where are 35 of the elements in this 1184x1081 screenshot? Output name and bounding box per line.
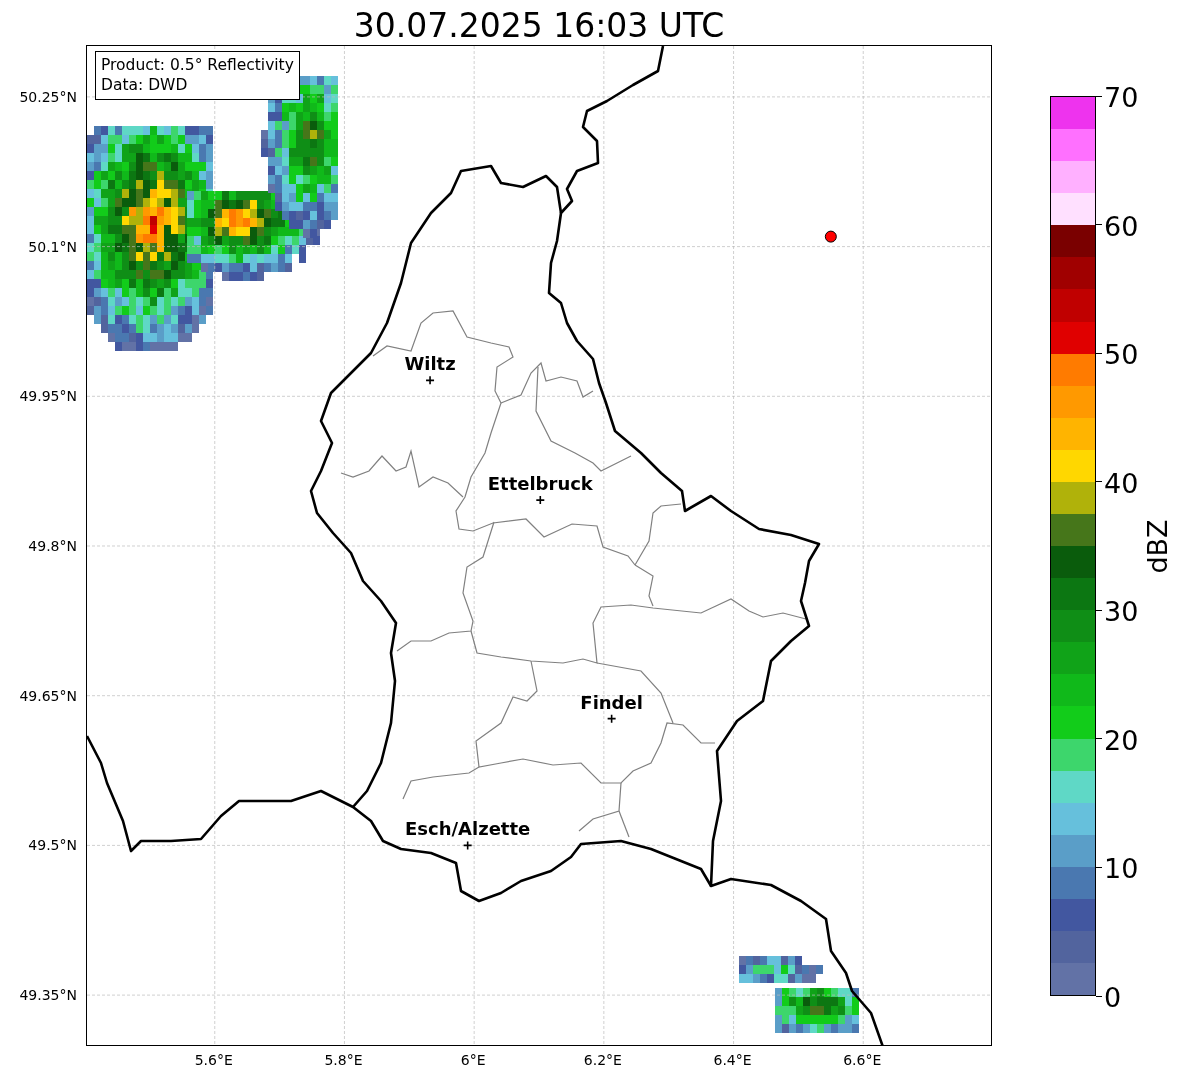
chart-title: 30.07.2025 16:03 UTC — [352, 5, 726, 45]
colorbar-tick-label: 0 — [1104, 981, 1122, 1013]
city-label: Findel — [580, 691, 643, 713]
latitude-label: 49.5°N — [28, 837, 77, 854]
city-label: Wiltz — [404, 353, 456, 375]
latitude-label: 49.65°N — [19, 687, 77, 704]
city-label: Ettelbruck — [487, 473, 593, 495]
longitude-label: 6.4°E — [713, 1052, 752, 1068]
latitude-label: 49.35°N — [19, 987, 77, 1004]
colorbar-tick-label: 50 — [1104, 338, 1139, 370]
tick-mark — [1096, 995, 1102, 997]
latitude-label: 49.8°N — [28, 538, 77, 554]
colorbar-tick-label: 10 — [1104, 852, 1139, 884]
latitude-label: 50.25°N — [19, 88, 77, 105]
annotation-text: Product: 0.5° Reflectivity — [101, 55, 294, 75]
city-marker-icon — [606, 713, 617, 724]
colorbar-tick-label: 60 — [1104, 210, 1139, 242]
city-marker-icon — [535, 495, 546, 505]
latitude-label: 50.1°N — [28, 238, 77, 255]
longitude-label: 6.6°E — [843, 1052, 882, 1068]
city-marker-icon — [462, 840, 473, 851]
longitude-label: 5.8°E — [324, 1052, 363, 1068]
colorbar-unit-label: dBZ — [1141, 518, 1173, 574]
annotation-text: Data: DWD — [101, 75, 189, 95]
colorbar-tick-label: 20 — [1104, 724, 1139, 756]
city-marker-icon — [425, 375, 435, 386]
colorbar-tick-label: 40 — [1104, 467, 1139, 499]
longitude-label: 6°E — [460, 1052, 486, 1068]
longitude-label: 6.2°E — [583, 1052, 622, 1068]
longitude-label: 5.6°E — [194, 1052, 233, 1068]
colorbar-tick-label: 30 — [1104, 595, 1139, 627]
city-label: Esch/Alzette — [405, 818, 531, 840]
colorbar-tick-label: 70 — [1104, 81, 1139, 113]
radar-site-marker — [824, 230, 837, 243]
latitude-label: 49.95°N — [19, 388, 77, 405]
